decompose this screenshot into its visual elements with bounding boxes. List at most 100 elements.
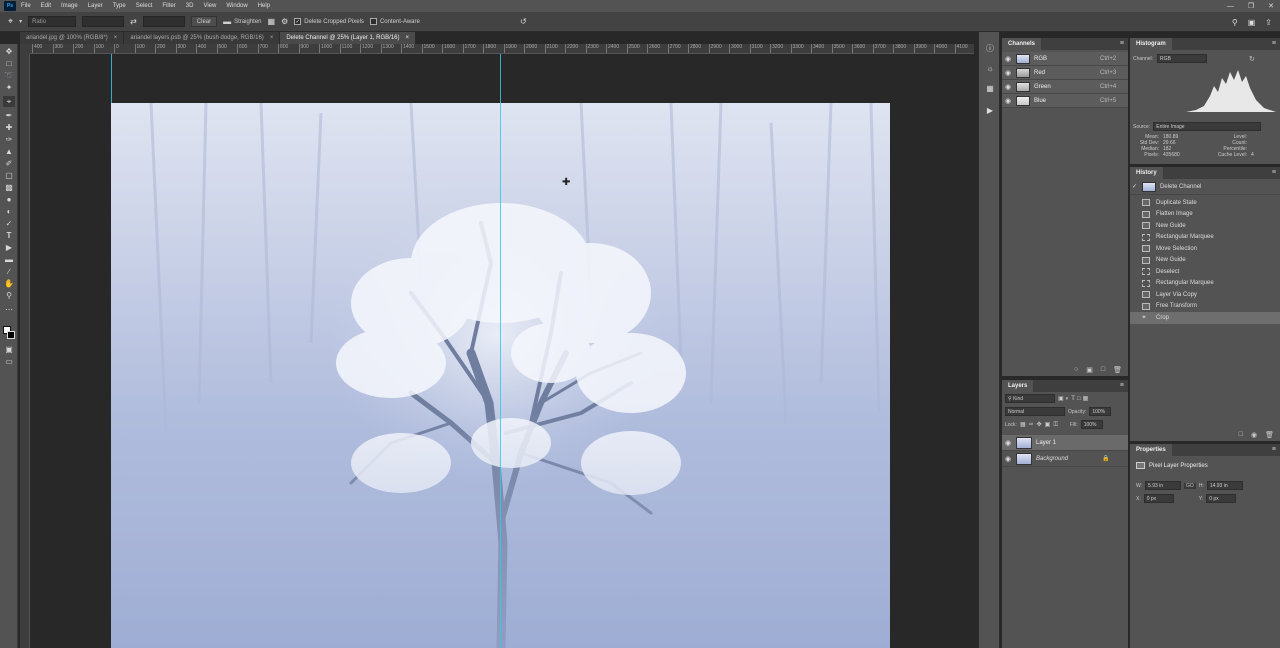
- restore-icon[interactable]: ❐: [1248, 2, 1254, 10]
- new-document-icon[interactable]: □: [1239, 431, 1243, 439]
- share-icon[interactable]: ⇪: [1265, 18, 1272, 27]
- load-selection-icon[interactable]: ○: [1074, 366, 1078, 374]
- close-icon[interactable]: ×: [405, 35, 409, 41]
- menu-file[interactable]: File: [21, 3, 31, 9]
- canvas-area[interactable]: ✚: [30, 54, 974, 648]
- menu-select[interactable]: Select: [136, 3, 153, 9]
- zoom-tool-icon[interactable]: ⚲: [3, 290, 15, 301]
- brush-tool-icon[interactable]: ✑: [3, 134, 15, 145]
- y-input[interactable]: 0 px: [1206, 494, 1237, 503]
- quick-select-tool-icon[interactable]: ✦: [3, 82, 15, 93]
- history-tab[interactable]: History: [1130, 167, 1163, 179]
- eyedropper-tool-icon[interactable]: ✒: [3, 110, 15, 121]
- adjust-icon[interactable]: ☼: [984, 62, 996, 74]
- clone-stamp-icon[interactable]: ▲: [3, 146, 15, 157]
- close-icon[interactable]: ✕: [1268, 2, 1274, 10]
- histogram-tab[interactable]: Histogram: [1130, 38, 1172, 50]
- width-input[interactable]: 5.93 in: [1145, 481, 1182, 490]
- ratio-width-input[interactable]: [82, 16, 125, 27]
- menu-icon[interactable]: ≡: [1272, 40, 1276, 47]
- menu-edit[interactable]: Edit: [41, 3, 51, 9]
- trash-icon[interactable]: 🗑: [1265, 431, 1274, 439]
- eye-icon[interactable]: ◉: [1002, 55, 1014, 63]
- eraser-tool-icon[interactable]: ▢: [3, 170, 15, 181]
- eye-icon[interactable]: ◉: [1002, 83, 1014, 91]
- source-select[interactable]: Entire Image: [1153, 122, 1262, 131]
- dodge-tool-icon[interactable]: ◐: [3, 206, 15, 217]
- eye-icon[interactable]: ◉: [1002, 97, 1014, 105]
- channels-tab[interactable]: Channels: [1002, 38, 1042, 50]
- tab-delete-channel[interactable]: Delete Channel @ 25% (Layer 1, RGB/16) ×: [280, 32, 416, 44]
- history-item-current[interactable]: ⌖ Crop: [1130, 312, 1280, 324]
- crop-tool-icon[interactable]: ⌖: [8, 16, 13, 27]
- swap-icon[interactable]: ⇄: [130, 17, 137, 26]
- layers-tab[interactable]: Layers: [1002, 380, 1034, 392]
- menu-image[interactable]: Image: [61, 3, 78, 9]
- filter-icons[interactable]: ▣◐T□▦: [1058, 395, 1090, 402]
- reset-icon[interactable]: ↺: [520, 17, 527, 26]
- tab-ariandel-jpg[interactable]: ariandel.jpg @ 100% (RGB/8*) ×: [20, 32, 125, 44]
- background-color-swatch[interactable]: [7, 331, 15, 339]
- delete-cropped-checkbox[interactable]: ✓ Delete Cropped Pixels: [294, 18, 364, 25]
- path-select-icon[interactable]: ▶: [3, 242, 15, 253]
- tab-ariandel-layers[interactable]: ariandel layers.psb @ 25% (bush dodge, R…: [124, 32, 281, 44]
- line-tool-icon[interactable]: ∕: [3, 266, 15, 277]
- move-tool-icon[interactable]: ✥: [3, 46, 15, 57]
- vertical-ruler[interactable]: [20, 54, 30, 648]
- menu-view[interactable]: View: [203, 3, 216, 9]
- channel-row-blue[interactable]: ◉ Blue Ctrl+5: [1002, 94, 1128, 108]
- history-item[interactable]: Rectangular Marquee: [1130, 278, 1280, 290]
- blend-mode-select[interactable]: Normal: [1005, 407, 1065, 416]
- filter-kind-select[interactable]: ⚲ Kind: [1005, 394, 1055, 403]
- history-item[interactable]: Flatten Image: [1130, 209, 1280, 221]
- quick-mask-icon[interactable]: ▣: [3, 344, 15, 355]
- eye-icon[interactable]: ◉: [1002, 455, 1014, 463]
- lasso-tool-icon[interactable]: ➰: [3, 70, 15, 81]
- marquee-tool-icon[interactable]: □: [3, 58, 15, 69]
- channel-row-red[interactable]: ◉ Red Ctrl+3: [1002, 66, 1128, 80]
- link-icon[interactable]: GO: [1184, 482, 1196, 489]
- info-icon[interactable]: ⓘ: [984, 42, 996, 54]
- close-icon[interactable]: ×: [270, 35, 274, 41]
- history-item[interactable]: New Guide: [1130, 220, 1280, 232]
- gear-icon[interactable]: ⚙: [281, 17, 288, 26]
- menu-filter[interactable]: Filter: [162, 3, 175, 9]
- screen-mode-icon[interactable]: ▭: [3, 356, 15, 367]
- height-input[interactable]: 14.93 in: [1206, 481, 1243, 490]
- layer-row[interactable]: ◉ Background 🔒: [1002, 451, 1128, 467]
- blur-tool-icon[interactable]: ●: [3, 194, 15, 205]
- save-selection-icon[interactable]: ▣: [1086, 366, 1093, 374]
- history-item[interactable]: Duplicate State: [1130, 197, 1280, 209]
- fill-input[interactable]: 100%: [1080, 420, 1103, 429]
- swatches-icon[interactable]: ▦: [984, 82, 996, 94]
- refresh-icon[interactable]: ↻: [1249, 55, 1255, 63]
- history-snapshot[interactable]: ✓ Delete Channel: [1130, 179, 1280, 195]
- close-icon[interactable]: ×: [114, 35, 118, 41]
- rectangle-tool-icon[interactable]: ▬: [3, 254, 15, 265]
- hand-tool-icon[interactable]: ✋: [3, 278, 15, 289]
- eye-icon[interactable]: ◉: [1002, 69, 1014, 77]
- history-item[interactable]: Layer Via Copy: [1130, 289, 1280, 301]
- eye-icon[interactable]: ◉: [1002, 439, 1014, 447]
- histogram-channel-select[interactable]: RGB: [1157, 54, 1208, 63]
- more-tools-icon[interactable]: ⋯: [3, 304, 15, 315]
- menu-layer[interactable]: Layer: [88, 3, 103, 9]
- camera-icon[interactable]: ◉: [1251, 431, 1257, 439]
- menu-icon[interactable]: ≡: [1272, 446, 1276, 453]
- menu-icon[interactable]: ≡: [1272, 169, 1276, 176]
- menu-icon[interactable]: ≡: [1120, 382, 1124, 389]
- history-item[interactable]: New Guide: [1130, 255, 1280, 267]
- new-channel-icon[interactable]: □: [1101, 366, 1105, 374]
- ratio-select[interactable]: Ratio: [28, 16, 77, 27]
- lock-icons[interactable]: ▦✑✥▣⚿: [1020, 421, 1061, 429]
- ratio-height-input[interactable]: [142, 16, 185, 27]
- grid-overlay-icon[interactable]: ▦: [268, 17, 276, 26]
- menu-help[interactable]: Help: [258, 3, 270, 9]
- gradient-tool-icon[interactable]: ▩: [3, 182, 15, 193]
- history-item[interactable]: Deselect: [1130, 266, 1280, 278]
- clear-button[interactable]: Clear: [190, 16, 218, 27]
- opacity-input[interactable]: 100%: [1089, 407, 1112, 416]
- menu-icon[interactable]: ≡: [1120, 40, 1124, 47]
- properties-tab[interactable]: Properties: [1130, 444, 1172, 456]
- menu-window[interactable]: Window: [226, 3, 247, 9]
